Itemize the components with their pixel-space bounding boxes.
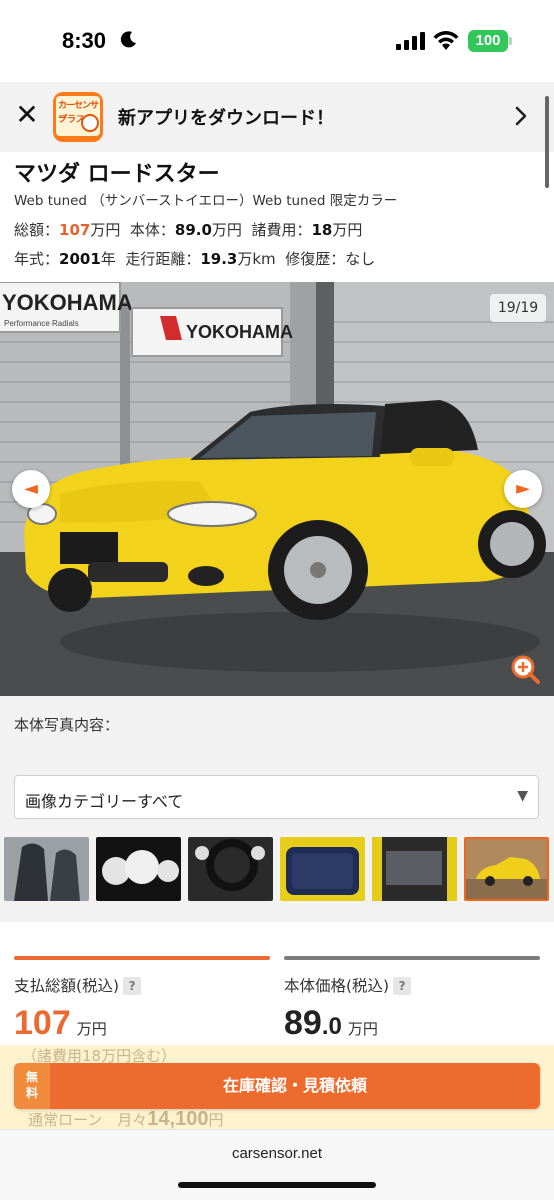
divider xyxy=(284,956,540,960)
price-unit: 万円 xyxy=(347,1020,378,1038)
total-price-card: 支払総額(税込)? xyxy=(14,956,270,996)
zoom-icon[interactable] xyxy=(510,654,540,684)
sign-text: YOKOHAMA xyxy=(2,290,133,315)
fees-price: 18 xyxy=(311,221,333,239)
scrollbar[interactable] xyxy=(545,96,549,188)
price-unit: 万円 xyxy=(76,1020,107,1038)
select-value: 画像カテゴリーすべて xyxy=(25,792,184,811)
banner-text[interactable]: 新アプリをダウンロード！ xyxy=(118,104,334,130)
total-price-number: 107 xyxy=(14,1004,71,1042)
browser-address-bar[interactable]: carsensor.net xyxy=(0,1129,554,1200)
mascot-icon xyxy=(81,114,99,132)
thumbnail-gauges[interactable] xyxy=(96,837,181,901)
spec-summary: 年式：2001年 走行距離：19.3万km 修復歴：なし xyxy=(14,250,376,268)
free-badge: 無料 xyxy=(14,1063,50,1109)
body-price-decimal: .0 xyxy=(321,1013,342,1040)
repair-history: なし xyxy=(345,250,376,268)
mileage: 19.3 xyxy=(200,250,238,268)
app-icon: カーセンサー プラス xyxy=(53,92,103,142)
thumbnail-exterior[interactable] xyxy=(464,837,549,901)
car-title: マツダ ロードスター xyxy=(14,162,220,187)
body-price-card: 本体価格(税込)? xyxy=(284,956,540,996)
home-indicator[interactable] xyxy=(178,1182,376,1188)
photo-counter: 19/19 xyxy=(490,294,546,322)
chevron-right-icon[interactable] xyxy=(512,104,530,128)
thumbnail-trunk[interactable] xyxy=(280,837,365,901)
body-price-value: 89.0 万円 xyxy=(284,1004,378,1043)
stock-inquiry-label: 在庫確認・見積依頼 xyxy=(222,1076,367,1095)
body-price-label: 本体価格(税込) xyxy=(284,977,390,995)
loan-value: 14,100 xyxy=(147,1108,209,1130)
photo-content-label: 本体写真内容： xyxy=(14,716,120,734)
battery-indicator: 100 xyxy=(468,30,508,52)
status-bar: 8:30 100 xyxy=(0,0,554,82)
sign-subtext: Performance Radials xyxy=(4,319,79,328)
battery-tip xyxy=(509,37,512,45)
app-download-banner[interactable]: ✕ カーセンサー プラス 新アプリをダウンロード！ xyxy=(0,82,554,152)
thumbnail-seats[interactable] xyxy=(4,837,89,901)
thumbnail-engine[interactable] xyxy=(372,837,457,901)
next-photo-button[interactable]: ► xyxy=(504,470,542,508)
wifi-icon xyxy=(433,31,459,50)
stock-inquiry-button[interactable]: 無料 在庫確認・見積依頼 xyxy=(14,1063,540,1109)
moon-icon xyxy=(120,31,136,48)
prev-photo-button[interactable]: ◄ xyxy=(12,470,50,508)
car-photo[interactable]: YOKOHAMA Performance Radials YOKOHAMA 19… xyxy=(0,282,554,696)
total-price-value: 107 万円 xyxy=(14,1004,107,1043)
url-text[interactable]: carsensor.net xyxy=(0,1145,554,1162)
total-price-label: 支払総額(税込) xyxy=(14,977,120,995)
model-year: 2001 xyxy=(59,250,101,268)
divider xyxy=(14,956,270,960)
sign-text: YOKOHAMA xyxy=(186,322,293,342)
loan-note: 通常ローン 月々14,100円 xyxy=(28,1108,224,1130)
car-photo-image: YOKOHAMA Performance Radials YOKOHAMA xyxy=(0,282,554,696)
body-price-number: 89 xyxy=(284,1004,322,1042)
thumbnail-strip xyxy=(4,837,550,901)
close-icon[interactable]: ✕ xyxy=(14,101,40,129)
car-grade: Web tuned （サンバーストイエロー）Web tuned 限定カラー xyxy=(14,193,398,209)
total-price: 107 xyxy=(59,221,91,239)
price-summary: 総額：107万円 本体：89.0万円 諸費用：18万円 xyxy=(14,221,363,239)
help-icon[interactable]: ? xyxy=(393,977,412,995)
thumbnail-steering[interactable] xyxy=(188,837,273,901)
status-time: 8:30 xyxy=(62,28,107,53)
signal-icon xyxy=(396,32,425,50)
image-category-select[interactable]: 画像カテゴリーすべて ▼ xyxy=(14,775,539,819)
body-price: 89.0 xyxy=(174,221,212,239)
chevron-down-icon: ▼ xyxy=(517,788,528,804)
help-icon[interactable]: ? xyxy=(123,977,142,995)
